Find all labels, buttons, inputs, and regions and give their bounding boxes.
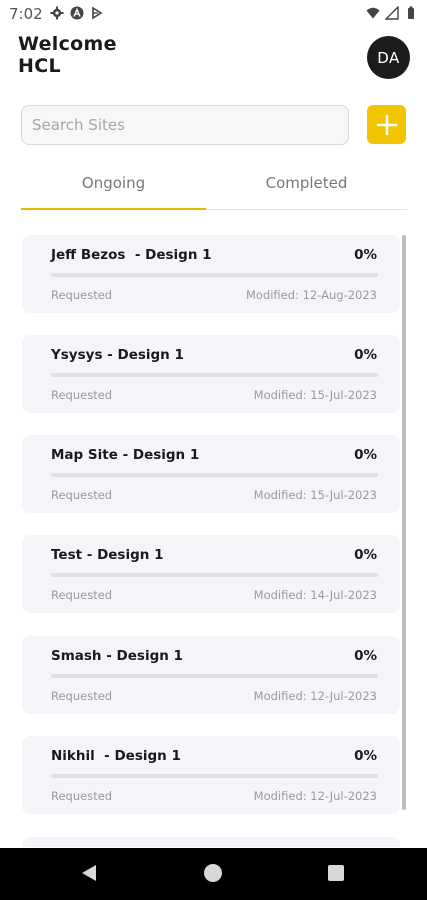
system-nav-bar	[0, 848, 427, 900]
progress-bar	[51, 674, 378, 678]
progress-bar	[51, 573, 378, 577]
progress-bar	[51, 473, 378, 477]
site-progress-percent: 0%	[354, 247, 377, 263]
site-card-partial[interactable]	[22, 837, 400, 847]
site-progress-percent: 0%	[354, 748, 377, 764]
progress-bar	[51, 774, 378, 778]
site-status: Requested	[51, 689, 113, 703]
site-modified-date: Modified: 12-Jul-2023	[253, 789, 377, 803]
tab-completed[interactable]: Completed	[214, 166, 399, 208]
site-title: Map Site - Design 1	[51, 447, 200, 463]
site-card[interactable]: Nikhil - Design 1 0% Requested Modified:…	[22, 736, 400, 814]
avatar[interactable]: DA	[367, 36, 410, 79]
site-card[interactable]: Smash - Design 1 0% Requested Modified: …	[22, 636, 400, 714]
site-modified-date: Modified: 12-Jul-2023	[253, 689, 377, 703]
welcome-line-2: HCL	[18, 55, 61, 77]
welcome-line-1: Welcome	[18, 33, 117, 55]
status-bar: 7:02	[0, 0, 427, 28]
signal-icon	[385, 6, 399, 20]
site-list[interactable]: Jeff Bezos - Design 1 0% Requested Modif…	[22, 235, 408, 847]
recents-icon[interactable]	[328, 865, 344, 881]
battery-icon	[408, 6, 414, 19]
site-card[interactable]: Ysysys - Design 1 0% Requested Modified:…	[22, 335, 400, 413]
site-title: Test - Design 1	[51, 547, 164, 563]
home-icon[interactable]	[204, 864, 222, 882]
wifi-icon	[366, 7, 380, 19]
plus-icon	[376, 114, 397, 135]
site-status: Requested	[51, 388, 113, 402]
site-progress-percent: 0%	[354, 648, 377, 664]
site-modified-date: Modified: 14-Jul-2023	[253, 588, 377, 602]
tab-ongoing[interactable]: Ongoing	[21, 166, 206, 208]
site-status: Requested	[51, 789, 113, 803]
a-icon	[70, 6, 84, 20]
site-status: Requested	[51, 588, 113, 602]
active-tab-indicator	[21, 208, 206, 210]
back-icon[interactable]	[80, 864, 98, 882]
status-time: 7:02	[9, 5, 43, 23]
play-protect-icon	[92, 6, 103, 20]
welcome-heading: Welcome HCL	[18, 33, 117, 77]
site-modified-date: Modified: 12-Aug-2023	[245, 288, 377, 302]
site-modified-date: Modified: 15-Jul-2023	[253, 388, 377, 402]
search-input[interactable]	[22, 106, 348, 144]
site-title: Ysysys - Design 1	[51, 347, 184, 363]
site-status: Requested	[51, 488, 113, 502]
add-site-button[interactable]	[367, 105, 406, 144]
site-card[interactable]: Map Site - Design 1 0% Requested Modifie…	[22, 435, 400, 513]
site-progress-percent: 0%	[354, 447, 377, 463]
tab-bar: Ongoing Completed	[21, 166, 407, 210]
site-status: Requested	[51, 288, 113, 302]
site-progress-percent: 0%	[354, 547, 377, 563]
progress-bar	[51, 273, 378, 277]
site-modified-date: Modified: 15-Jul-2023	[253, 488, 377, 502]
site-card[interactable]: Jeff Bezos - Design 1 0% Requested Modif…	[22, 235, 400, 313]
progress-bar	[51, 373, 378, 377]
site-card[interactable]: Test - Design 1 0% Requested Modified: 1…	[22, 535, 400, 613]
site-title: Smash - Design 1	[51, 648, 183, 664]
gear-icon	[50, 6, 64, 20]
site-title: Jeff Bezos - Design 1	[51, 247, 212, 263]
list-scrollbar[interactable]	[402, 235, 406, 810]
site-title: Nikhil - Design 1	[51, 748, 181, 764]
search-box	[21, 105, 349, 145]
site-progress-percent: 0%	[354, 347, 377, 363]
